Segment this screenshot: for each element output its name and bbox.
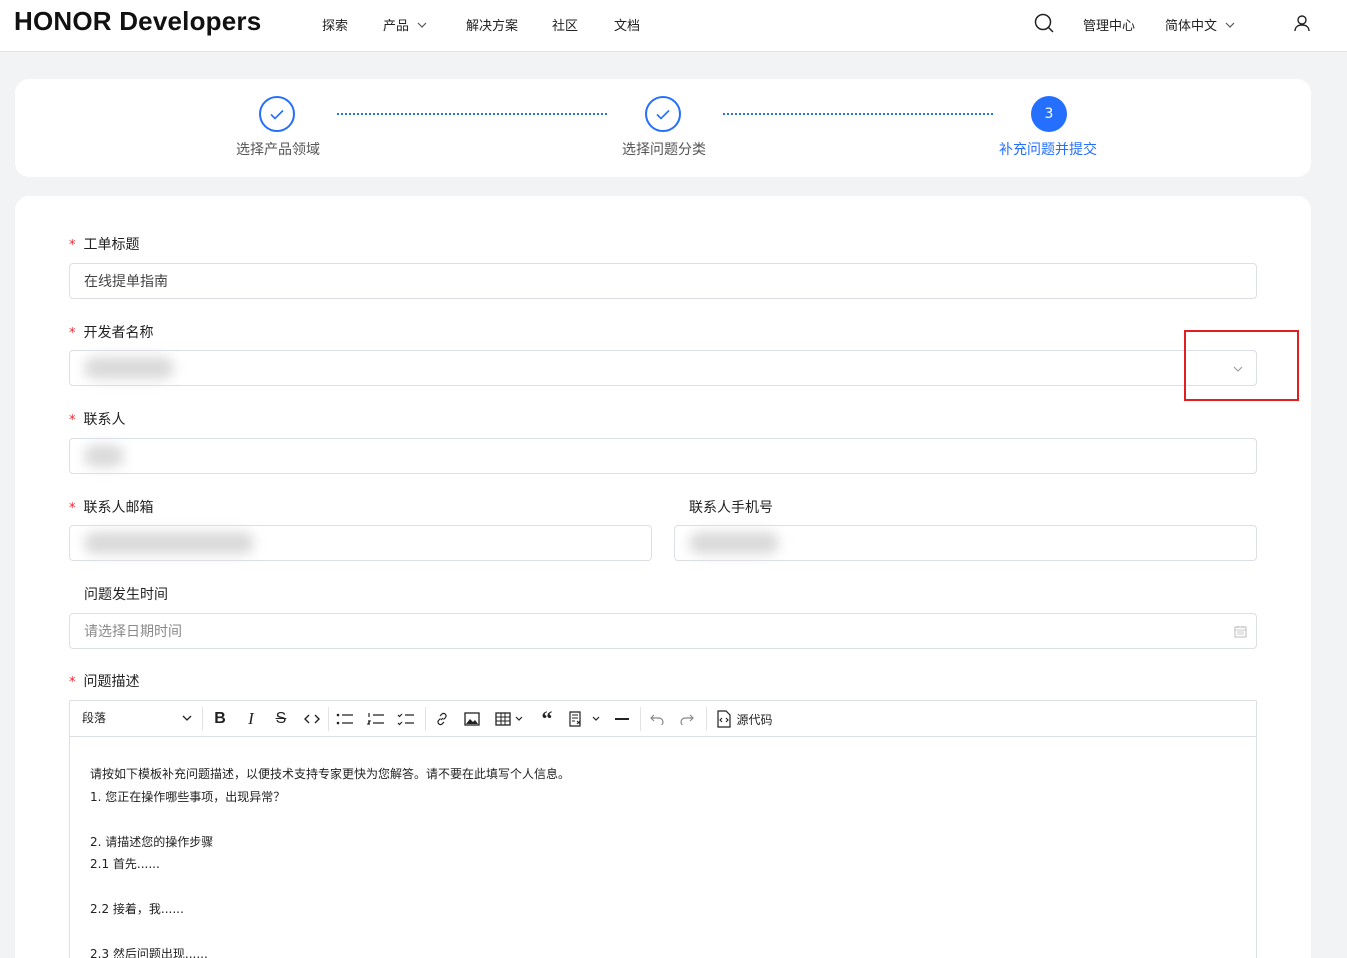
email-label: * 联系人邮箱 [69,500,154,516]
editor-line: 2.2 接着，我...... [90,902,184,916]
nav-products[interactable]: 产品 [383,15,429,34]
highlight-annotation [1184,330,1299,401]
issue-description-label: * 问题描述 [69,674,140,690]
redacted-value [84,532,254,554]
editor-line: 1. 您正在操作哪些事项，出现异常？ [90,789,286,804]
editor-line: 2.3 然后问题出现...... [90,947,208,958]
user-icon[interactable] [1291,12,1313,34]
developer-name-select[interactable] [69,350,1257,386]
ticket-title-input[interactable]: 在线提单指南 [69,263,1257,299]
contact-label: * 联系人 [69,412,126,428]
strikethrough-icon[interactable]: S [271,707,291,731]
redacted-value [84,357,174,379]
image-icon[interactable] [461,707,483,731]
editor-toolbar: 段落 B I S “ 源代码 [70,701,1256,737]
chevron-down-icon [417,22,427,28]
step-connector [337,113,607,115]
source-code-icon [717,710,732,728]
phone-input[interactable] [674,525,1257,561]
step-1-label: 选择产品领域 [236,142,320,158]
issue-time-label: 问题发生时间 [84,587,168,603]
redo-icon[interactable] [676,707,698,731]
issue-time-picker[interactable]: 请选择日期时间 [69,613,1257,649]
step-2-done-icon [645,96,681,132]
editor-content[interactable]: 请按如下模板补充问题描述，以便技术支持专家更快为您解答。请不要在此填写个人信息。… [90,763,570,958]
editor-line: 请按如下模板补充问题描述，以便技术支持专家更快为您解答。请不要在此填写个人信息。 [90,767,571,781]
toolbar-divider [425,707,426,731]
step-1-done-icon [259,96,295,132]
search-icon[interactable] [1032,11,1056,35]
nav-community[interactable]: 社区 [552,15,578,34]
editor-line: 2.1 首先...... [90,857,160,871]
nav-explore[interactable]: 探索 [322,15,348,34]
chevron-down-icon [1225,22,1235,28]
italic-icon[interactable]: I [241,707,261,731]
toolbar-divider [706,707,707,731]
horizontal-rule-icon[interactable] [611,707,633,731]
bullet-list-icon[interactable] [334,707,356,731]
contact-input[interactable] [69,438,1257,474]
step-3-label: 补充问题并提交 [999,142,1097,158]
calendar-icon [1234,626,1247,638]
toolbar-divider [640,707,641,731]
developer-name-label: * 开发者名称 [69,325,154,341]
admin-center-link[interactable]: 管理中心 [1083,15,1135,34]
chevron-down-icon [182,715,192,721]
toolbar-divider [202,707,203,731]
honor-developers-logo[interactable]: HONOR Developers [14,6,261,37]
nav-solutions[interactable]: 解决方案 [466,15,518,34]
numbered-list-icon[interactable] [365,707,387,731]
step-connector [723,113,993,115]
language-select[interactable]: 简体中文 [1165,15,1237,34]
issue-time-placeholder: 请选择日期时间 [84,624,182,640]
phone-label: 联系人手机号 [689,500,773,516]
stepper-card: 选择产品领域 选择问题分类 3 补充问题并提交 [15,79,1311,177]
ticket-title-label: * 工单标题 [69,237,140,253]
table-icon[interactable] [493,707,527,731]
rich-text-editor[interactable]: 段落 B I S “ 源代码 请按如下模板补充问题描述，以便技术支持专家更快为您… [69,700,1257,958]
undo-icon[interactable] [646,707,668,731]
redacted-value [689,532,779,554]
source-code-button[interactable]: 源代码 [712,707,776,731]
bold-icon[interactable]: B [210,707,230,731]
top-header: HONOR Developers 探索 产品 解决方案 社区 文档 管理中心 简… [0,0,1347,52]
step-3-number: 3 [1031,96,1067,132]
quote-icon[interactable]: “ [536,706,558,731]
toolbar-divider [328,707,329,731]
checklist-icon[interactable] [395,707,417,731]
code-icon[interactable] [301,707,323,731]
block-format-select[interactable]: 段落 [82,709,192,726]
link-icon[interactable] [431,707,453,731]
code-block-icon[interactable] [565,707,605,731]
nav-docs[interactable]: 文档 [614,15,640,34]
editor-line: 2. 请描述您的操作步骤 [90,834,214,849]
email-input[interactable] [69,525,652,561]
redacted-value [84,445,124,467]
step-2-label: 选择问题分类 [622,142,706,158]
